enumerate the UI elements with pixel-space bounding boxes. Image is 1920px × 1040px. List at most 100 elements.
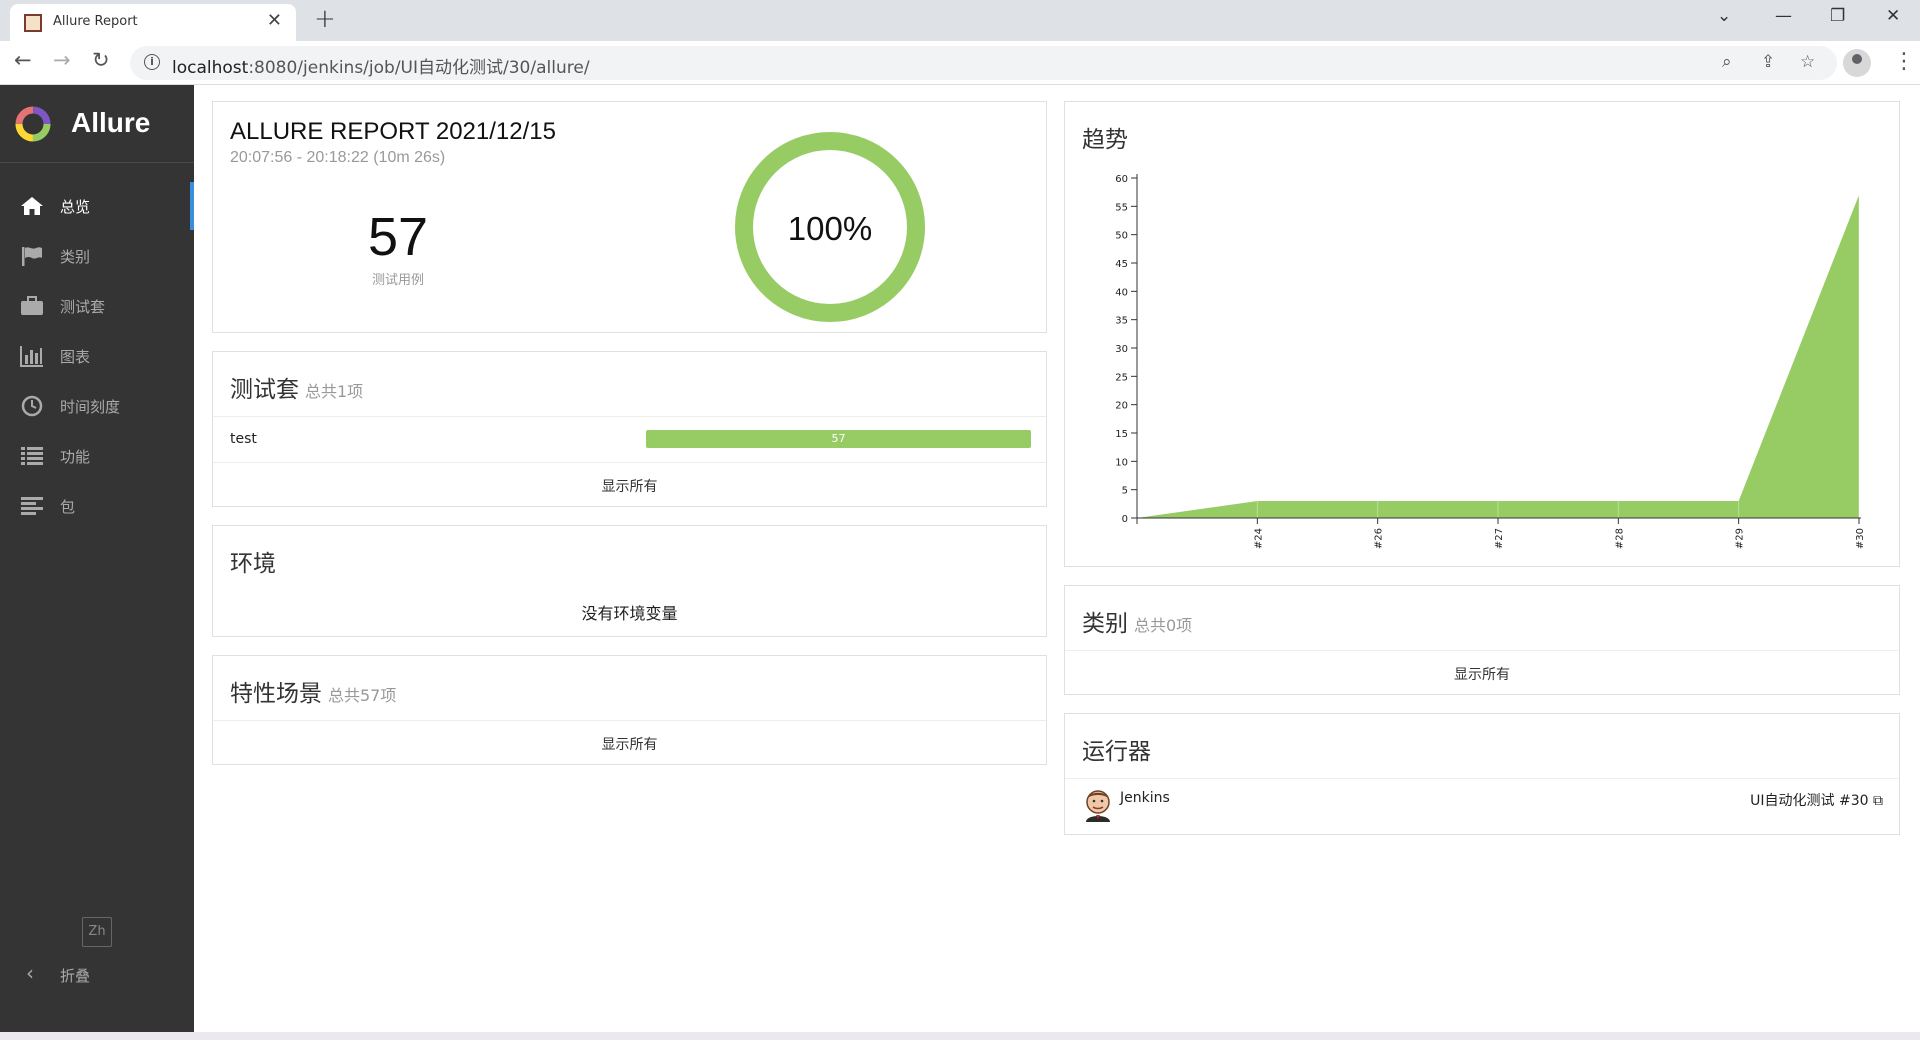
zoom-icon[interactable]: ⌕ [1722,52,1732,72]
y-tick-label: 20 [1115,401,1128,412]
trend-widget: 趋势 0 5 10 15 20 25 30 35 40 45 50 55 60 #24 #26 #27 #28 #… [1064,101,1900,567]
x-tick-label: #30 [1855,528,1866,549]
allure-logo-icon [15,106,51,142]
tab-title: Allure Report [53,14,138,29]
sidebar-item-behaviors[interactable]: 功能 [0,432,194,482]
environment-title: 环境 [230,551,276,577]
x-tick-label: #29 [1735,528,1746,549]
site-info-icon[interactable]: i [144,54,160,70]
browser-menu-icon[interactable]: ⋮ [1893,49,1915,74]
brand-name: Allure [71,107,151,138]
x-tick-label: #28 [1614,528,1625,549]
y-tick-label: 5 [1122,486,1128,497]
sidebar-item-label: 总览 [60,198,91,216]
sidebar-item-label: 类别 [60,248,91,266]
jenkins-avatar-icon [1086,790,1110,822]
y-tick-label: 55 [1115,202,1128,213]
x-tick-label: #27 [1494,528,1505,549]
success-rate-value: 100% [787,210,873,247]
divider [213,462,1046,463]
minimize-icon[interactable]: — [1775,6,1792,26]
suites-count: 总共1项 [305,382,364,401]
report-title: ALLURE REPORT 2021/12/15 [230,118,556,145]
collapse-sidebar-button[interactable]: ‹ 折叠 [0,955,194,995]
sidebar-item-packages[interactable]: 包 [0,482,194,532]
suites-title: 测试套 总共1项 [230,370,363,404]
bookmark-star-icon[interactable]: ☆ [1800,52,1815,72]
features-title-text: 特性场景 [230,681,322,707]
sidebar-divider [0,162,194,163]
categories-widget: 类别 总共0项 显示所有 [1064,585,1900,695]
test-case-count-label: 测试用例 [371,273,424,288]
environment-empty-text: 没有环境变量 [581,604,678,623]
sidebar-item-label: 功能 [60,448,91,466]
sidebar-item-suites[interactable]: 测试套 [0,282,194,332]
allure-favicon-icon [24,14,42,32]
y-tick-label: 45 [1115,259,1128,270]
sidebar-item-label: 测试套 [60,298,106,316]
suite-row[interactable]: test 57 [213,416,1046,462]
browser-tab[interactable]: Allure Report ✕ [10,4,296,41]
suite-name: test [230,431,257,447]
summary-widget: ALLURE REPORT 2021/12/15 20:07:56 - 20:1… [212,101,1047,333]
suites-show-all-link[interactable]: 显示所有 [213,476,1046,496]
sidebar-item-overview[interactable]: 总览 [0,182,194,232]
new-tab-icon[interactable]: + [314,4,336,34]
tab-search-icon[interactable]: ⌄ [1717,6,1731,26]
chevron-left-icon: ‹ [26,961,34,985]
y-tick-label: 0 [1122,514,1128,525]
x-tick-label: #26 [1374,528,1385,549]
report-time-range: 20:07:56 - 20:18:22 (10m 26s) [230,149,446,166]
sidebar-item-label: 图表 [60,348,91,366]
suites-title-text: 测试套 [230,377,299,403]
categories-title: 类别 总共0项 [1082,604,1192,638]
x-tick-label: #24 [1253,528,1264,549]
suites-widget: 测试套 总共1项 test 57 显示所有 [212,351,1047,507]
flag-icon [22,247,42,266]
url-path: :8080/jenkins/job/UI自动化测试/30/allure/ [248,58,590,78]
address-bar[interactable]: i localhost:8080/jenkins/job/UI自动化测试/30/… [130,46,1837,80]
sidebar-item-categories[interactable]: 类别 [0,232,194,282]
url-text[interactable]: localhost:8080/jenkins/job/UI自动化测试/30/al… [172,53,590,78]
language-switch-button[interactable]: Zh [82,917,112,947]
tab-close-icon[interactable]: ✕ [267,10,282,31]
sidebar-item-timeline[interactable]: 时间刻度 [0,382,194,432]
back-icon[interactable]: ← [14,48,32,72]
build-link-text: UI自动化测试 #30 [1750,793,1869,809]
external-link-icon: ⧉ [1873,793,1883,809]
categories-show-all-link[interactable]: 显示所有 [1065,664,1899,684]
briefcase-icon [21,296,43,315]
categories-title-text: 类别 [1082,611,1128,637]
restore-icon[interactable]: ❐ [1830,6,1845,26]
y-tick-label: 10 [1115,457,1128,468]
suite-passed-bar[interactable]: 57 [646,430,1031,448]
reload-icon[interactable]: ↻ [92,48,110,72]
clock-icon [21,395,43,417]
executor-build-link[interactable]: UI自动化测试 #30 ⧉ [1750,790,1883,810]
bar-chart-icon [20,346,43,367]
test-case-count: 57 [367,207,429,267]
window-bottom-strip [0,1032,1920,1040]
features-count: 总共57项 [328,686,397,705]
features-show-all-link[interactable]: 显示所有 [213,734,1046,754]
trend-chart: 0 5 10 15 20 25 30 35 40 45 50 55 60 #24 #26 #27 #28 #29 #… [1115,174,1866,549]
profile-avatar-icon[interactable] [1843,49,1871,77]
trend-title: 趋势 [1082,127,1128,153]
forward-icon[interactable]: → [53,48,71,72]
close-window-icon[interactable]: ✕ [1886,6,1900,26]
share-icon[interactable]: ⇪ [1761,52,1775,72]
y-tick-label: 40 [1115,287,1128,298]
sidebar-item-label: 包 [60,498,76,516]
app-root: Allure Report ✕ + ⌄ — ❐ ✕ ← → ↻ i localh… [0,0,1920,1040]
sidebar-item-label: 时间刻度 [60,398,121,416]
categories-count: 总共0项 [1134,616,1193,635]
sidebar-item-graphs[interactable]: 图表 [0,332,194,382]
executor-name: Jenkins [1120,790,1170,806]
y-tick-label: 60 [1115,174,1128,185]
y-tick-label: 50 [1115,231,1128,242]
divider [213,720,1046,721]
home-icon [21,197,43,215]
trend-area-passed [1137,195,1859,518]
executors-title: 运行器 [1082,739,1151,765]
y-tick-label: 15 [1115,429,1128,440]
